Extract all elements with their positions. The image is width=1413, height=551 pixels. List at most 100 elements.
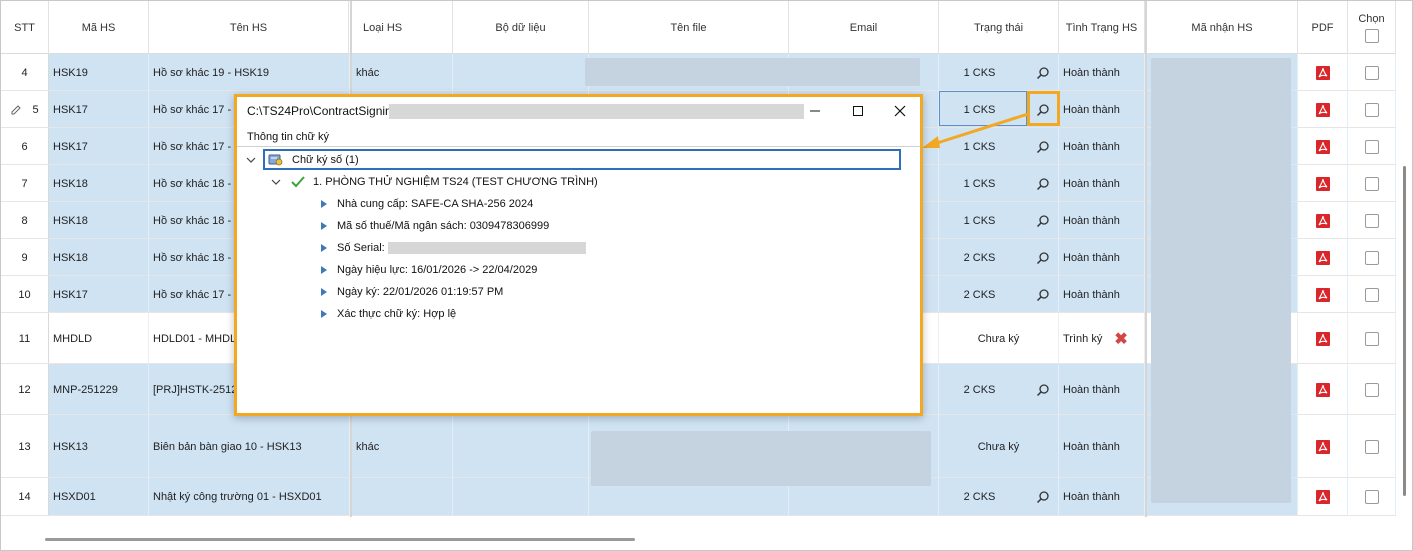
cell-tinh-trang-hs[interactable]: Hoàn thành <box>1059 364 1145 415</box>
cell-ma-hs[interactable]: HSK17 <box>49 91 149 128</box>
cell-trang-thai[interactable]: 1 CKS <box>939 165 1059 202</box>
pdf-button[interactable] <box>1298 239 1348 276</box>
collapse-root-toggle[interactable] <box>246 151 256 169</box>
col-ma-nhan-hs[interactable]: Mã nhận HS <box>1147 1 1298 54</box>
pdf-button[interactable] <box>1298 54 1348 91</box>
cell-trang-thai[interactable]: 2 CKS <box>939 478 1059 516</box>
cell-trang-thai[interactable]: 1 CKS <box>939 202 1059 239</box>
pdf-button[interactable] <box>1298 91 1348 128</box>
pdf-button[interactable] <box>1298 478 1348 516</box>
cell-tinh-trang-hs[interactable]: Hoàn thành <box>1059 91 1145 128</box>
cell-chon[interactable] <box>1348 239 1396 276</box>
cell-ma-hs[interactable]: HSK18 <box>49 202 149 239</box>
cell-trang-thai[interactable]: 1 CKS <box>939 54 1059 91</box>
col-ten-hs[interactable]: Tên HS <box>149 1 349 54</box>
pdf-button[interactable] <box>1298 202 1348 239</box>
col-trang-thai[interactable]: Trạng thái <box>939 1 1059 54</box>
detail-verification[interactable]: Xác thực chữ ký: Hợp lệ <box>321 305 456 323</box>
detail-provider[interactable]: Nhà cung cấp: SAFE-CA SHA-256 2024 <box>321 195 533 213</box>
cell-chon[interactable] <box>1348 128 1396 165</box>
cell-tinh-trang-hs[interactable]: Trình ký ✖ <box>1059 313 1145 364</box>
detail-sign-date[interactable]: Ngày ký: 22/01/2026 01:19:57 PM <box>321 283 503 301</box>
col-pdf[interactable]: PDF <box>1298 1 1348 54</box>
vertical-scroll-thumb[interactable] <box>1403 166 1406 496</box>
cell-ma-hs[interactable]: MHDLD <box>49 313 149 364</box>
cell-trang-thai[interactable]: Chưa ký <box>939 415 1059 478</box>
row-checkbox[interactable] <box>1364 102 1379 117</box>
dialog-titlebar[interactable]: C:\TS24Pro\ContractSigning <box>237 97 920 125</box>
detail-serial[interactable]: Số Serial: <box>321 239 586 257</box>
cell-chon[interactable] <box>1348 165 1396 202</box>
cell-loai-hs[interactable]: khác <box>352 415 453 478</box>
cell-chon[interactable] <box>1348 364 1396 415</box>
pdf-button[interactable] <box>1298 128 1348 165</box>
cell-tinh-trang-hs[interactable]: Hoàn thành <box>1059 239 1145 276</box>
pdf-button[interactable] <box>1298 165 1348 202</box>
pdf-button[interactable] <box>1298 415 1348 478</box>
detail-validity[interactable]: Ngày hiệu lực: 16/01/2026 -> 22/04/2029 <box>321 261 537 279</box>
cell-tinh-trang-hs[interactable]: Hoàn thành <box>1059 478 1145 516</box>
cell-ma-hs[interactable]: HSXD01 <box>49 478 149 516</box>
row-checkbox[interactable] <box>1364 382 1379 397</box>
col-ten-file[interactable]: Tên file <box>589 1 789 54</box>
row-checkbox[interactable] <box>1364 176 1379 191</box>
close-button[interactable] <box>879 97 921 125</box>
cell-ma-hs[interactable]: HSK19 <box>49 54 149 91</box>
cell-tinh-trang-hs[interactable]: Hoàn thành <box>1059 165 1145 202</box>
cell-loai-hs[interactable]: khác <box>352 54 453 91</box>
pdf-button[interactable] <box>1298 276 1348 313</box>
cell-ma-hs[interactable]: HSK17 <box>49 276 149 313</box>
cell-trang-thai[interactable]: 2 CKS <box>939 239 1059 276</box>
horizontal-scroll-thumb[interactable] <box>45 538 635 541</box>
cell-trang-thai[interactable]: 2 CKS <box>939 364 1059 415</box>
cell-bo-du-lieu[interactable] <box>453 54 589 91</box>
cell-bo-du-lieu[interactable] <box>453 415 589 478</box>
col-stt[interactable]: STT <box>1 1 49 54</box>
row-checkbox[interactable] <box>1364 65 1379 80</box>
cell-ten-hs[interactable]: Hồ sơ khác 19 - HSK19 <box>149 54 350 91</box>
horizontal-scrollbar[interactable] <box>1 531 1396 549</box>
row-checkbox[interactable] <box>1364 439 1379 454</box>
col-ma-hs[interactable]: Mã HS <box>49 1 149 54</box>
cell-trang-thai[interactable]: Chưa ký <box>939 313 1059 364</box>
minimize-button[interactable] <box>794 97 836 125</box>
detail-tax-code[interactable]: Mã số thuế/Mã ngân sách: 0309478306999 <box>321 217 549 235</box>
cell-tinh-trang-hs[interactable]: Hoàn thành <box>1059 276 1145 313</box>
cell-tinh-trang-hs[interactable]: Hoàn thành <box>1059 128 1145 165</box>
cell-chon[interactable] <box>1348 478 1396 516</box>
cell-ma-hs[interactable]: HSK18 <box>49 165 149 202</box>
cell-chon[interactable] <box>1348 415 1396 478</box>
col-chon[interactable]: Chọn <box>1348 1 1396 54</box>
cell-trang-thai[interactable]: 2 CKS <box>939 276 1059 313</box>
row-checkbox[interactable] <box>1364 139 1379 154</box>
maximize-button[interactable] <box>837 97 879 125</box>
cell-bo-du-lieu[interactable] <box>453 478 589 516</box>
cell-ten-hs[interactable]: Nhật ký công trường 01 - HSXD01 <box>149 478 350 516</box>
cell-ma-hs[interactable]: MNP-251229 <box>49 364 149 415</box>
reject-x-icon[interactable]: ✖ <box>1114 329 1127 349</box>
pdf-button[interactable] <box>1298 364 1348 415</box>
row-checkbox[interactable] <box>1364 331 1379 346</box>
signer-node[interactable]: 1. PHÒNG THỬ NGHIỆM TS24 (TEST CHƯƠNG TR… <box>271 173 598 191</box>
row-checkbox[interactable] <box>1364 213 1379 228</box>
cell-chon[interactable] <box>1348 313 1396 364</box>
cell-tinh-trang-hs[interactable]: Hoàn thành <box>1059 415 1145 478</box>
cell-tinh-trang-hs[interactable]: Hoàn thành <box>1059 54 1145 91</box>
cell-loai-hs[interactable] <box>352 478 453 516</box>
vertical-scrollbar[interactable] <box>1396 1 1412 531</box>
cell-ma-hs[interactable]: HSK17 <box>49 128 149 165</box>
col-loai-hs[interactable]: Loại HS <box>351 1 453 54</box>
row-checkbox[interactable] <box>1364 490 1379 504</box>
cell-tinh-trang-hs[interactable]: Hoàn thành <box>1059 202 1145 239</box>
cell-ten-hs[interactable]: Biên bản bàn giao 10 - HSK13 <box>149 415 350 478</box>
cell-chon[interactable] <box>1348 91 1396 128</box>
col-bo-du-lieu[interactable]: Bộ dữ liệu <box>453 1 589 54</box>
col-email[interactable]: Email <box>789 1 939 54</box>
tree-root-node[interactable]: Chữ ký số (1) <box>268 151 359 169</box>
cell-ma-hs[interactable]: HSK18 <box>49 239 149 276</box>
cell-ma-hs[interactable]: HSK13 <box>49 415 149 478</box>
row-checkbox[interactable] <box>1364 250 1379 265</box>
select-all-checkbox[interactable] <box>1364 28 1379 43</box>
cell-chon[interactable] <box>1348 276 1396 313</box>
row-checkbox[interactable] <box>1364 287 1379 302</box>
